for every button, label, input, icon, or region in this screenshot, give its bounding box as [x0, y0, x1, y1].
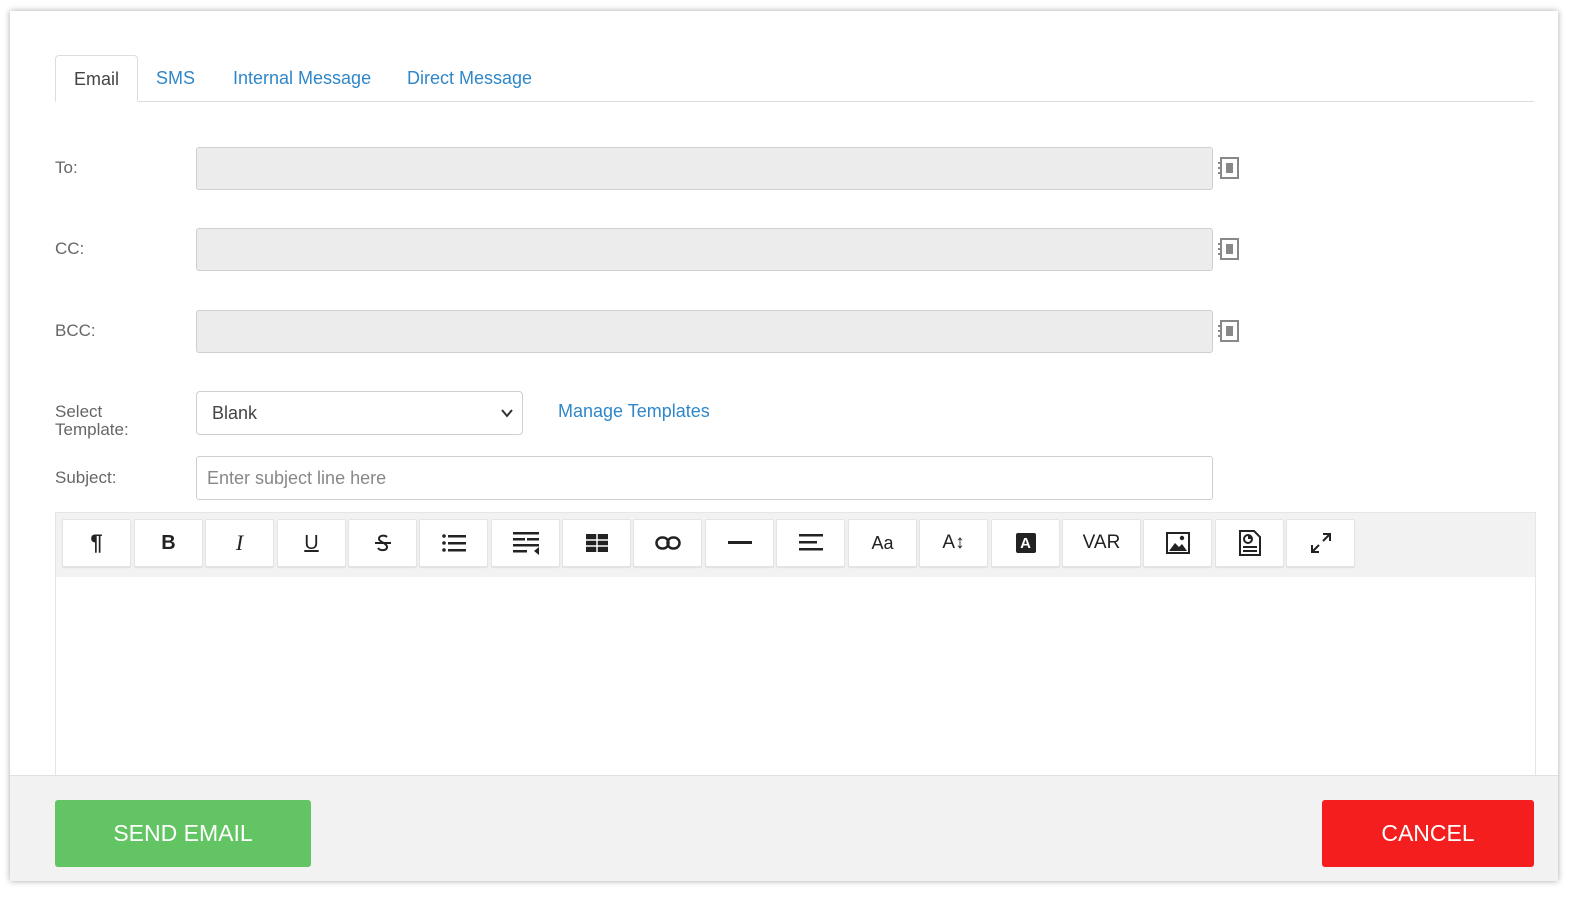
bold-icon: B: [161, 531, 176, 554]
bulleted-list-icon: [441, 534, 466, 552]
variable-label: VAR: [1082, 532, 1121, 553]
address-book-icon[interactable]: [1216, 155, 1242, 181]
editor-toolbar: ¶ B I U Aa A↕ A VAR: [56, 513, 1535, 577]
underline-button[interactable]: U: [277, 519, 346, 567]
align-button[interactable]: [776, 519, 845, 567]
bcc-label: BCC:: [55, 321, 96, 340]
variable-button[interactable]: VAR: [1062, 519, 1141, 567]
strikethrough-button[interactable]: [348, 519, 417, 567]
template-select[interactable]: Blank: [196, 391, 523, 435]
line-height-letter: A: [942, 532, 956, 553]
manage-templates-link[interactable]: Manage Templates: [558, 401, 710, 422]
line-height-button[interactable]: A↕: [919, 519, 988, 567]
template-select-value: Blank: [212, 403, 258, 423]
text-color-button[interactable]: A: [991, 519, 1060, 567]
indent-button[interactable]: [491, 519, 560, 567]
insert-image-button[interactable]: [1143, 519, 1212, 567]
font-size-icon: Aa: [871, 532, 894, 553]
italic-button[interactable]: I: [205, 519, 274, 567]
select-template-label-line2: Template:: [55, 420, 129, 439]
select-template-label-line1: Select: [55, 402, 103, 421]
link-icon: [654, 536, 681, 550]
subject-label: Subject:: [55, 468, 117, 487]
horizontal-rule-icon: [727, 541, 752, 544]
cancel-button[interactable]: CANCEL: [1322, 800, 1534, 867]
italic-icon: I: [235, 530, 244, 555]
tab-direct-message[interactable]: Direct Message: [389, 55, 550, 100]
paragraph-button[interactable]: ¶: [62, 519, 131, 567]
horizontal-rule-button[interactable]: [705, 519, 774, 567]
to-field[interactable]: [196, 147, 1213, 190]
underline-icon: U: [304, 531, 319, 554]
indent-icon: [512, 532, 539, 555]
paragraph-icon: ¶: [90, 530, 103, 555]
table-button[interactable]: [562, 519, 631, 567]
tab-email[interactable]: Email: [55, 55, 138, 102]
cc-field[interactable]: [196, 228, 1213, 271]
document-icon: [1238, 530, 1261, 556]
line-height-icon: A↕: [942, 532, 964, 554]
strikethrough-icon: [374, 534, 391, 552]
to-label: To:: [55, 158, 78, 177]
link-button[interactable]: [633, 519, 702, 567]
select-template-label: Select Template:: [55, 403, 129, 439]
image-icon: [1165, 532, 1190, 554]
editor-content-area[interactable]: [56, 577, 1535, 783]
table-icon: [585, 534, 608, 552]
fullscreen-button[interactable]: [1286, 519, 1355, 567]
tab-internal-message[interactable]: Internal Message: [215, 55, 389, 100]
compose-dialog: Email SMS Internal Message Direct Messag…: [10, 11, 1558, 881]
bulleted-list-button[interactable]: [419, 519, 488, 567]
tab-sms[interactable]: SMS: [138, 55, 213, 100]
cc-label: CC:: [55, 239, 85, 258]
address-book-icon[interactable]: [1216, 236, 1242, 262]
send-email-button[interactable]: SEND EMAIL: [55, 800, 311, 867]
rich-text-editor: ¶ B I U Aa A↕ A VAR: [55, 512, 1536, 784]
text-color-icon: A: [1015, 533, 1036, 553]
insert-document-button[interactable]: [1215, 519, 1284, 567]
subject-input[interactable]: Enter subject line here: [196, 456, 1213, 500]
expand-icon: [1310, 533, 1331, 553]
font-size-button[interactable]: Aa: [848, 519, 917, 567]
up-down-arrow-icon: ↕: [955, 532, 965, 553]
dialog-footer: SEND EMAIL CANCEL: [10, 775, 1558, 881]
align-left-icon: [798, 534, 823, 551]
message-type-tabs: Email SMS Internal Message Direct Messag…: [55, 55, 1534, 102]
bcc-field[interactable]: [196, 310, 1213, 353]
address-book-icon[interactable]: [1216, 318, 1242, 344]
bold-button[interactable]: B: [134, 519, 203, 567]
chevron-down-icon: [501, 409, 513, 418]
